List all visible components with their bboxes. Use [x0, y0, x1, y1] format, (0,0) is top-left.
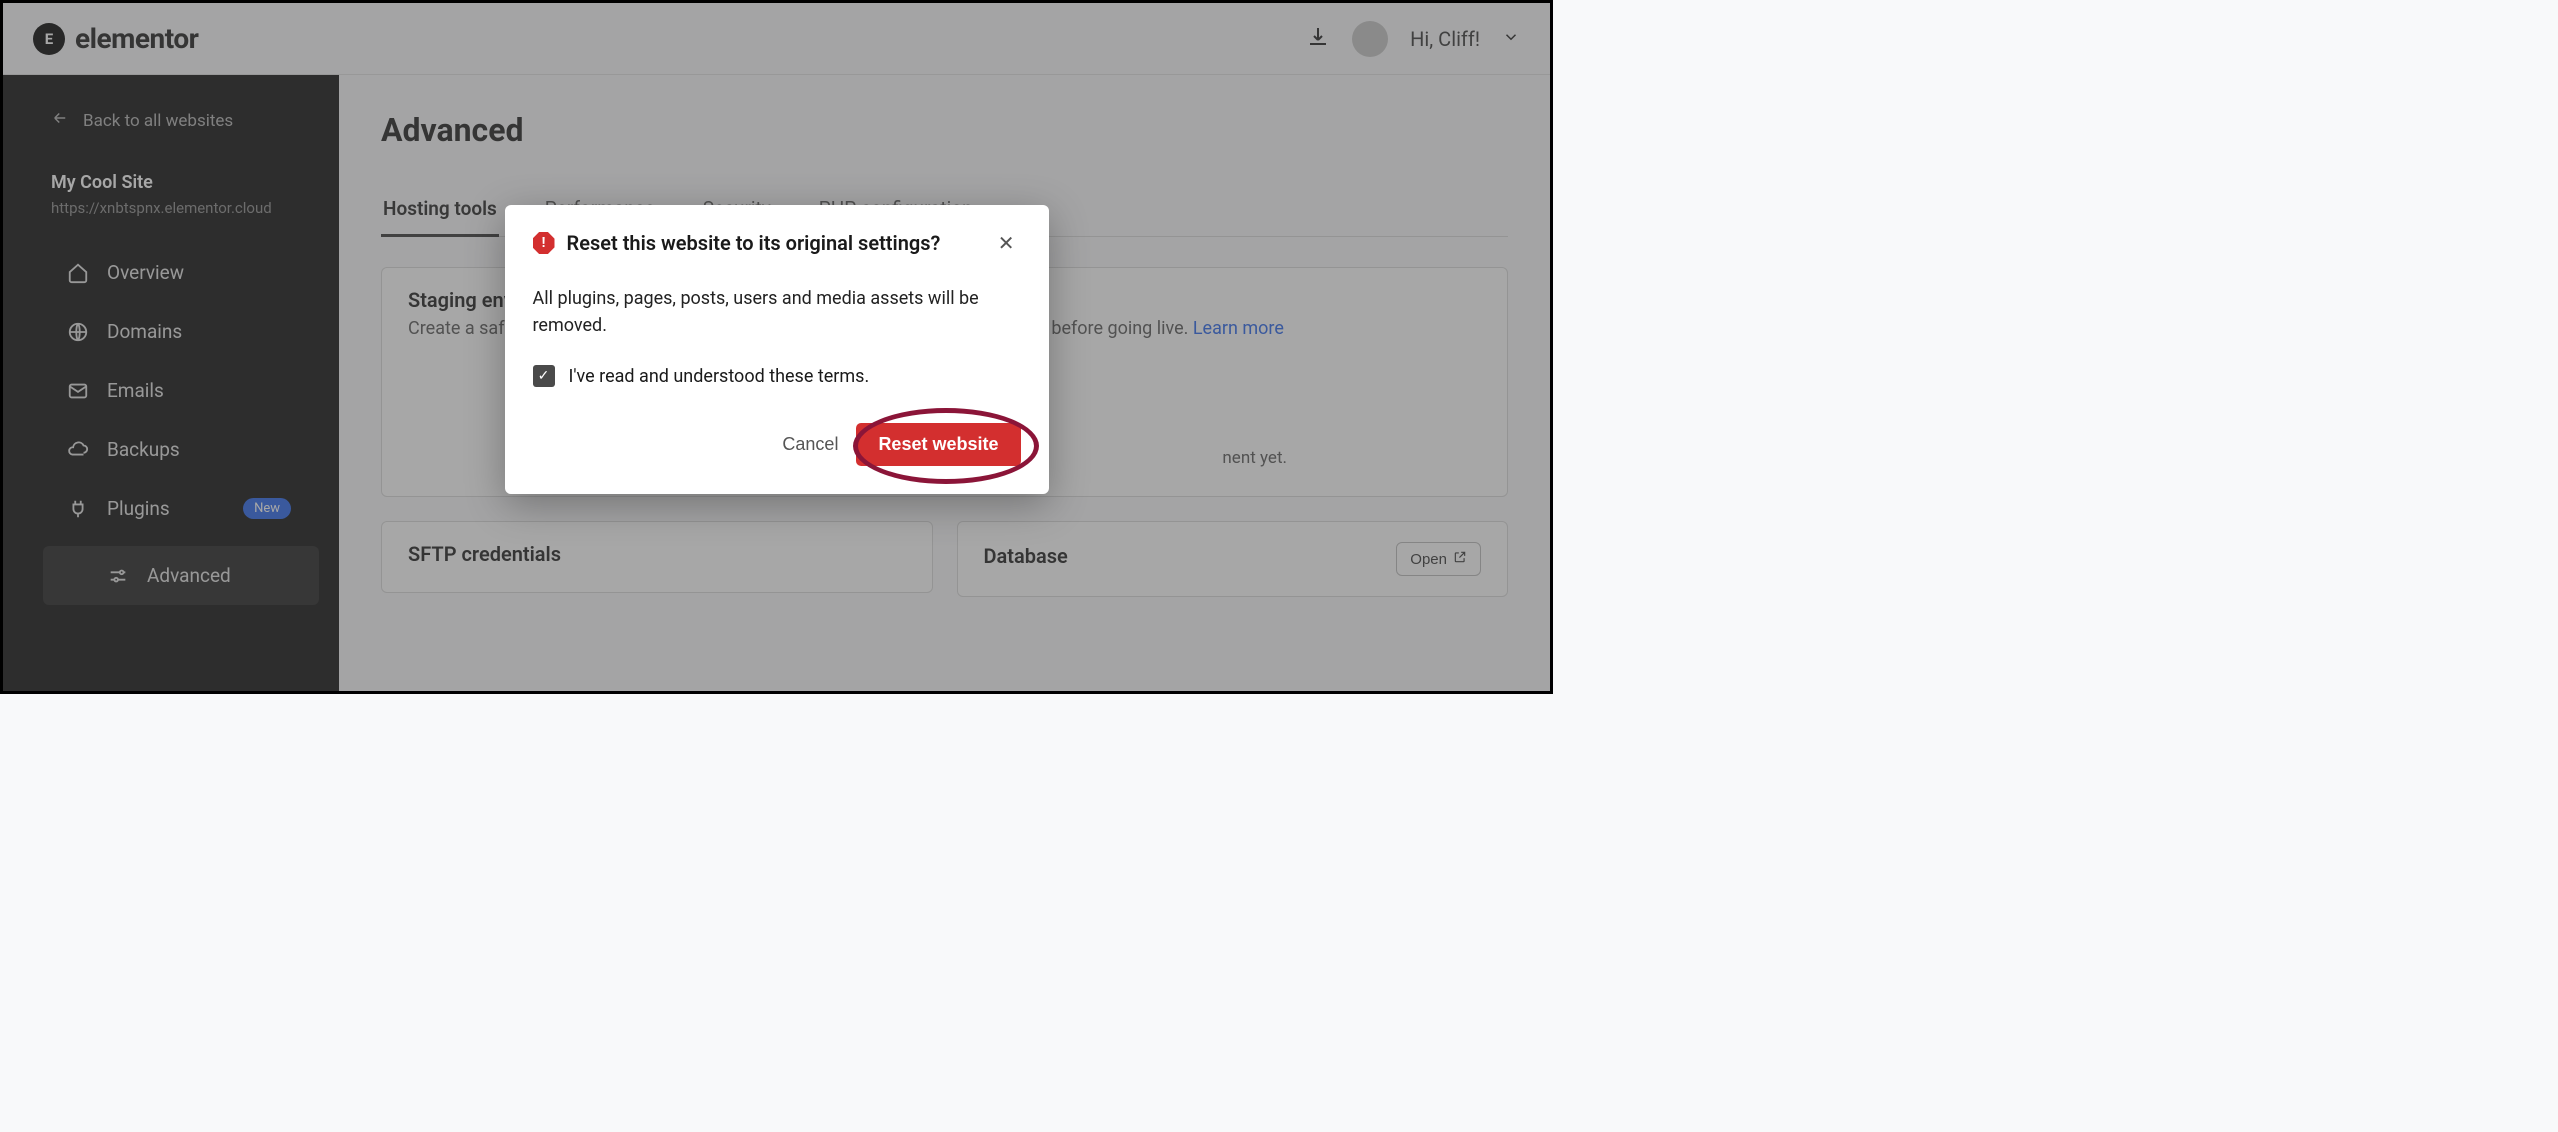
checkbox-icon[interactable]: ✓	[533, 365, 555, 387]
modal-title: Reset this website to its original setti…	[567, 231, 980, 255]
cancel-button[interactable]: Cancel	[768, 424, 852, 465]
terms-checkbox-row[interactable]: ✓ I've read and understood these terms.	[533, 365, 1021, 387]
checkbox-label: I've read and understood these terms.	[569, 366, 870, 387]
modal-overlay[interactable]: ! Reset this website to its original set…	[3, 3, 1550, 691]
reset-website-button[interactable]: Reset website	[856, 423, 1020, 466]
reset-website-modal: ! Reset this website to its original set…	[505, 205, 1049, 494]
close-icon[interactable]: ✕	[992, 229, 1021, 257]
warning-icon: !	[533, 232, 555, 254]
modal-body-text: All plugins, pages, posts, users and med…	[533, 285, 1021, 339]
